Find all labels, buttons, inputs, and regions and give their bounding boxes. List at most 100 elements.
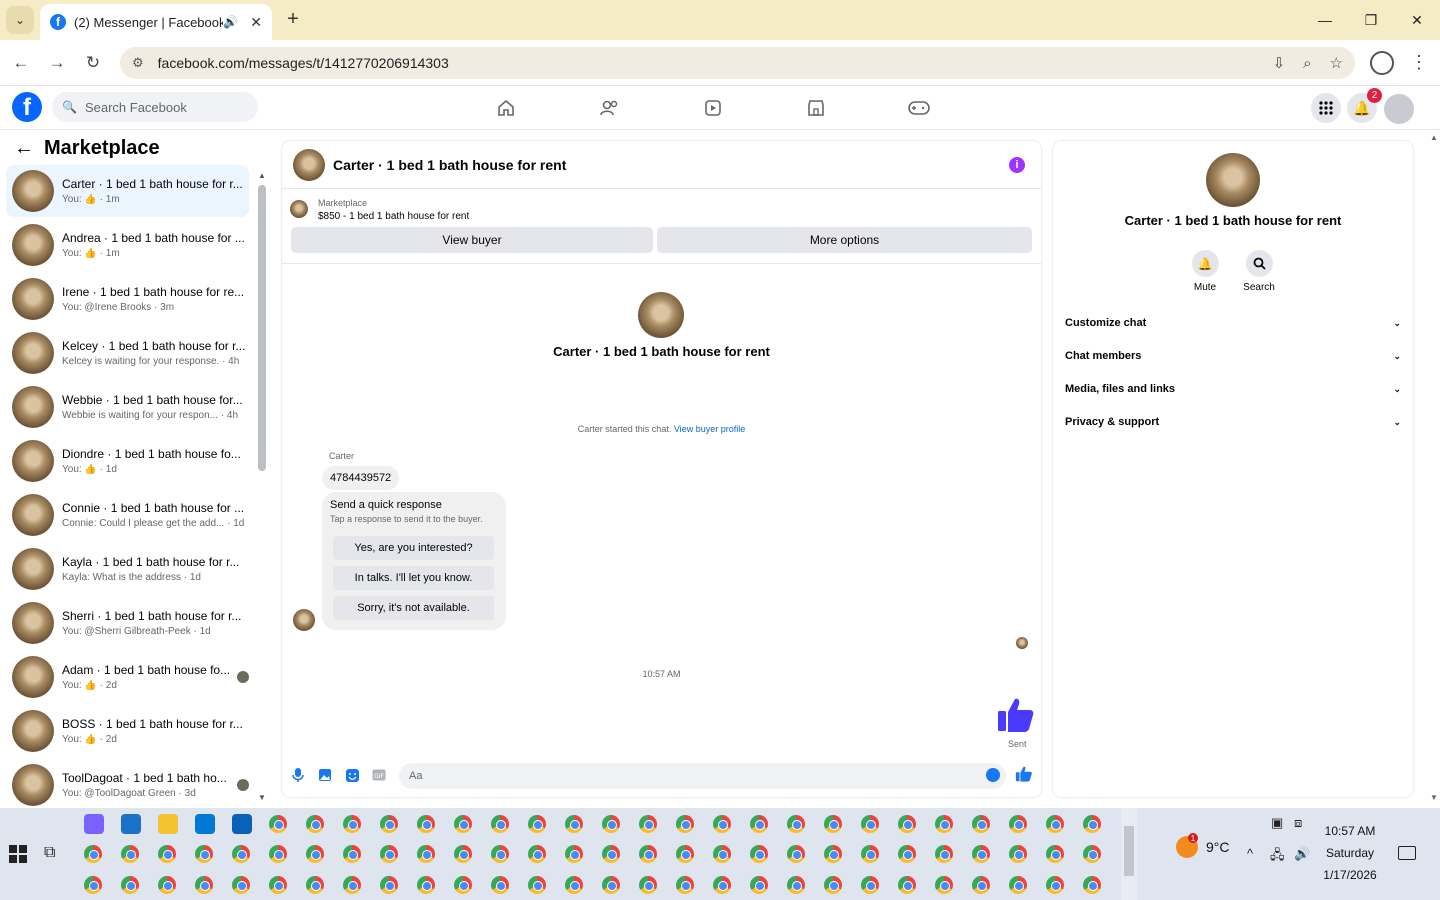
chrome-window-icon[interactable]	[713, 845, 731, 863]
chrome-window-icon[interactable]	[676, 876, 694, 894]
scroll-up-arrow-icon[interactable]: ▲	[1430, 133, 1438, 142]
windows-start-icon[interactable]	[8, 844, 28, 864]
chrome-window-icon[interactable]	[1046, 815, 1064, 833]
emoji-icon[interactable]	[986, 768, 1000, 782]
chrome-window-icon[interactable]	[1009, 876, 1027, 894]
file-explorer-icon[interactable]	[158, 814, 178, 834]
chrome-window-icon[interactable]	[528, 815, 546, 833]
chat-list-item[interactable]: Adam · 1 bed 1 bath house fo... You: 👍 · …	[6, 651, 249, 703]
video-icon[interactable]	[701, 96, 725, 120]
sticker-icon[interactable]	[344, 767, 360, 783]
chrome-window-icon[interactable]	[898, 876, 916, 894]
chat-list-item[interactable]: Webbie · 1 bed 1 bath house for... Webbie…	[6, 381, 249, 433]
chrome-window-icon[interactable]	[84, 845, 102, 863]
info-icon[interactable]: i	[1009, 157, 1025, 173]
chrome-window-icon[interactable]	[491, 845, 509, 863]
task-view-icon[interactable]: ⧉	[44, 844, 64, 864]
microsoft-store-icon[interactable]	[195, 814, 215, 834]
conversation-avatar[interactable]	[293, 148, 325, 181]
chrome-window-icon[interactable]	[602, 815, 620, 833]
gaming-icon[interactable]	[907, 96, 931, 120]
chrome-window-icon[interactable]	[343, 845, 361, 863]
chrome-window-icon[interactable]	[676, 845, 694, 863]
chat-list-item[interactable]: Kelcey · 1 bed 1 bath house for r... Kelc…	[6, 327, 249, 379]
more-options-button[interactable]: More options	[657, 227, 1032, 253]
chrome-window-icon[interactable]	[306, 876, 324, 894]
chat-list-item[interactable]: BOSS · 1 bed 1 bath house for r... You: 👍…	[6, 705, 249, 757]
chrome-window-icon[interactable]	[898, 845, 916, 863]
browser-profile-icon[interactable]	[1370, 51, 1394, 75]
quick-response-not-available[interactable]: Sorry, it's not available.	[333, 596, 494, 620]
bookmark-star-icon[interactable]: ☆	[1330, 54, 1343, 72]
chat-list-item[interactable]: ToolDagoat · 1 bed 1 bath ho... You: @Too…	[6, 759, 249, 808]
facebook-search-input[interactable]: 🔍 Search Facebook	[52, 92, 258, 122]
account-avatar[interactable]	[1384, 94, 1414, 124]
taskbar-scrollbar[interactable]	[1121, 808, 1137, 900]
chat-list-item[interactable]: Diondre · 1 bed 1 bath house fo... You: 👍…	[6, 435, 249, 487]
chrome-window-icon[interactable]	[195, 845, 213, 863]
system-clock[interactable]: 10:57 AM Saturday 1/17/2026	[1310, 820, 1390, 886]
info-avatar[interactable]	[1206, 153, 1260, 207]
edge-icon[interactable]	[121, 814, 141, 834]
photo-attach-icon[interactable]	[317, 767, 333, 783]
chrome-window-icon[interactable]	[269, 876, 287, 894]
chrome-window-icon[interactable]	[380, 815, 398, 833]
chrome-window-icon[interactable]	[1083, 845, 1101, 863]
scrollbar-thumb[interactable]	[258, 185, 266, 471]
back-arrow-icon[interactable]: ←	[14, 137, 34, 160]
conversation-title[interactable]: Carter · 1 bed 1 bath house for rent	[333, 157, 566, 173]
site-info-icon[interactable]: ⚙	[132, 55, 144, 71]
chrome-window-icon[interactable]	[750, 845, 768, 863]
chrome-window-icon[interactable]	[269, 845, 287, 863]
chrome-window-icon[interactable]	[232, 845, 250, 863]
chrome-window-icon[interactable]	[713, 876, 731, 894]
chrome-window-icon[interactable]	[232, 876, 250, 894]
chrome-window-icon[interactable]	[121, 876, 139, 894]
reload-button[interactable]: ↻	[80, 50, 106, 76]
chrome-window-icon[interactable]	[380, 845, 398, 863]
zoom-icon[interactable]: ⌕	[1303, 55, 1311, 72]
chrome-window-icon[interactable]	[972, 876, 990, 894]
scrollbar-thumb[interactable]	[1124, 826, 1134, 876]
chrome-window-icon[interactable]	[824, 815, 842, 833]
chrome-window-icon[interactable]	[787, 845, 805, 863]
view-buyer-profile-link[interactable]: View buyer profile	[674, 424, 745, 434]
privacy-support-row[interactable]: Privacy & support ⌄	[1065, 411, 1401, 433]
copilot-icon[interactable]	[84, 814, 104, 834]
chrome-window-icon[interactable]	[639, 815, 657, 833]
scroll-down-arrow-icon[interactable]: ▼	[258, 793, 266, 802]
chrome-window-icon[interactable]	[454, 876, 472, 894]
mute-button[interactable]: 🔔 Mute	[1175, 250, 1235, 293]
quick-response-interested[interactable]: Yes, are you interested?	[333, 536, 494, 560]
network-icon[interactable]: 🖧	[1270, 846, 1285, 868]
chrome-window-icon[interactable]	[824, 876, 842, 894]
chat-members-row[interactable]: Chat members ⌄	[1065, 345, 1401, 367]
maximize-button[interactable]: ❐	[1348, 0, 1394, 40]
chrome-window-icon[interactable]	[787, 815, 805, 833]
tab-search-dropdown[interactable]: ⌄	[6, 6, 34, 34]
media-files-links-row[interactable]: Media, files and links ⌄	[1065, 378, 1401, 400]
microphone-icon[interactable]	[290, 767, 306, 783]
chrome-window-icon[interactable]	[861, 845, 879, 863]
hero-avatar[interactable]	[638, 292, 684, 338]
chrome-window-icon[interactable]	[417, 845, 435, 863]
chrome-window-icon[interactable]	[1009, 815, 1027, 833]
chrome-window-icon[interactable]	[898, 815, 916, 833]
chrome-window-icon[interactable]	[676, 815, 694, 833]
message-input[interactable]: Aa	[399, 763, 1006, 789]
chrome-window-icon[interactable]	[565, 845, 583, 863]
page-scrollbar[interactable]: ▲ ▼	[1428, 131, 1440, 808]
url-text[interactable]: facebook.com/messages/t/1412770206914303	[158, 55, 1255, 71]
weather-widget[interactable]: 1 9°C	[1176, 833, 1230, 858]
screen-share-icon[interactable]: ⧈	[1294, 815, 1302, 831]
chrome-window-icon[interactable]	[565, 815, 583, 833]
forward-button[interactable]: →	[44, 50, 70, 76]
home-icon[interactable]	[494, 96, 518, 120]
volume-icon[interactable]: 🔊	[1294, 846, 1310, 862]
search-conversation-button[interactable]: Search	[1229, 250, 1289, 293]
outlook-icon[interactable]	[232, 814, 252, 834]
tab-close-icon[interactable]: ✕	[250, 14, 262, 31]
chrome-window-icon[interactable]	[750, 815, 768, 833]
notification-center-icon[interactable]	[1398, 846, 1416, 860]
gif-icon[interactable]: GIF	[371, 767, 387, 783]
